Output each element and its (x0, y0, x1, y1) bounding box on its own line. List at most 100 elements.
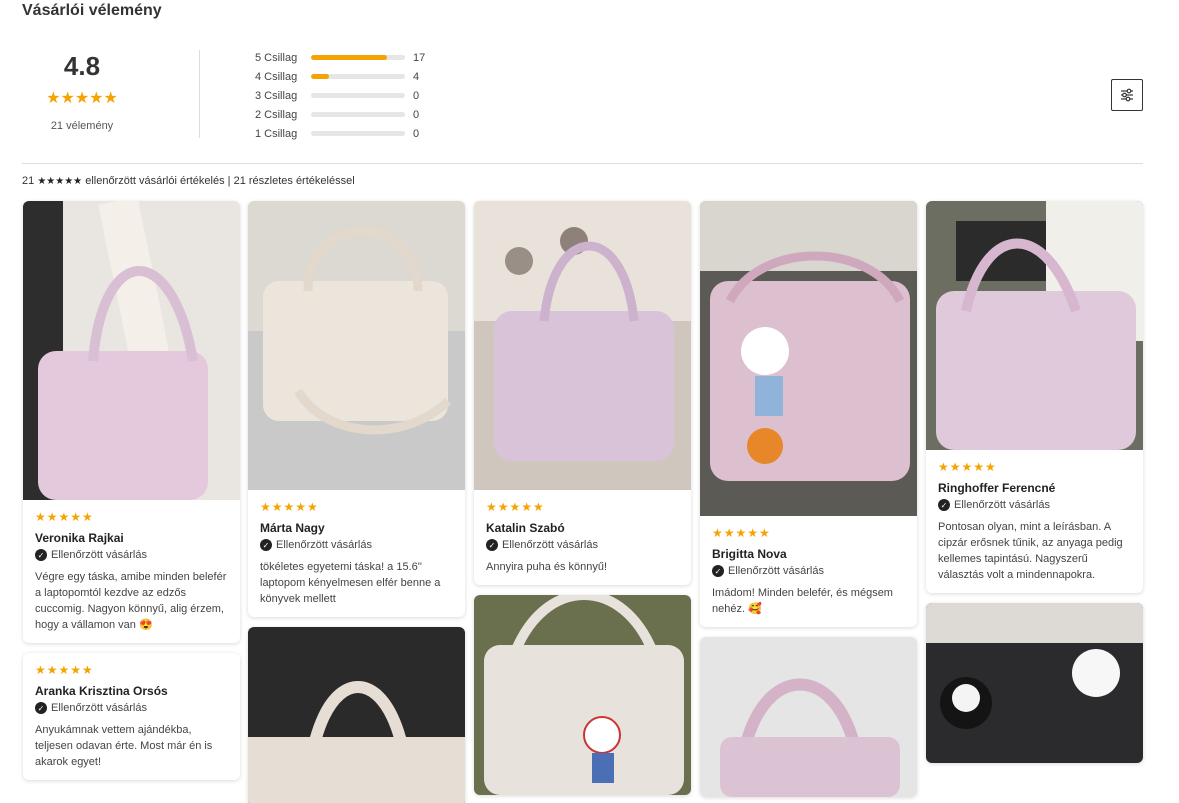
distribution-count: 17 (413, 51, 426, 64)
average-rating: 4.8 (63, 51, 101, 81)
review-photo[interactable] (23, 201, 240, 500)
distribution-row[interactable]: 3 Csillag 0 (255, 86, 455, 105)
section-divider (22, 163, 1143, 164)
check-icon: ✓ (486, 539, 498, 551)
distribution-bar-fill (311, 55, 388, 60)
review-text: Pontosan olyan, mint a leírásban. A cipz… (938, 521, 1123, 581)
rating-summary: 4.8 ★★★★★ 21 vélemény 5 Csillag 17 4 Csi… (22, 40, 1143, 150)
review-card[interactable] (248, 627, 465, 803)
verified-badge: ✓ Ellenőrzött vásárlás (938, 499, 1131, 511)
verified-label: Ellenőrzött vásárlás (502, 539, 598, 551)
filter-button[interactable] (1111, 79, 1143, 111)
distribution-bar (311, 93, 405, 98)
rating-distribution: 5 Csillag 17 4 Csillag 4 3 Csillag 0 2 C… (255, 48, 455, 143)
review-stars: ★★★★★ (35, 663, 94, 677)
distribution-row[interactable]: 1 Csillag 0 (255, 124, 455, 143)
reviewer-name: Katalin Szabó (486, 521, 565, 535)
summary-divider (199, 50, 200, 138)
sliders-icon (1121, 88, 1133, 102)
bag-image (926, 603, 1143, 763)
review-card[interactable] (926, 603, 1143, 763)
verified-badge: ✓ Ellenőrzött vásárlás (35, 702, 228, 714)
review-photo[interactable] (700, 637, 917, 797)
bag-image (248, 201, 465, 490)
bag-image (474, 595, 691, 795)
review-text: Anyukámnak vettem ajándékba, teljesen od… (35, 724, 213, 768)
review-card[interactable] (700, 637, 917, 797)
review-card[interactable]: ★★★★★ Aranka Krisztina Orsós ✓ Ellenőrzöt… (23, 653, 240, 780)
check-icon: ✓ (35, 549, 47, 561)
review-card[interactable]: ★★★★★ Katalin Szabó ✓ Ellenőrzött vásárlá… (474, 201, 691, 585)
check-icon: ✓ (260, 539, 272, 551)
review-card[interactable]: ★★★★★ Márta Nagy ✓ Ellenőrzött vásárlás t… (248, 201, 465, 617)
verified-label: Ellenőrzött vásárlás (51, 702, 147, 714)
verified-label: Ellenőrzött vásárlás (954, 499, 1050, 511)
distribution-label: 4 Csillag (255, 70, 298, 83)
check-icon: ✓ (712, 565, 724, 577)
verified-badge: ✓ Ellenőrzött vásárlás (35, 549, 228, 561)
review-stars: ★★★★★ (938, 460, 997, 474)
distribution-row[interactable]: 4 Csillag 4 (255, 67, 455, 86)
verified-stars: ★★★★★ (37, 176, 83, 187)
distribution-bar-fill (311, 74, 329, 79)
review-card[interactable]: ★★★★★ Brigitta Nova ✓ Ellenőrzött vásárlá… (700, 201, 917, 627)
reviewer-name: Brigitta Nova (712, 547, 787, 561)
review-column: ★★★★★ Veronika Rajkai ✓ Ellenőrzött vásár… (23, 201, 240, 790)
review-card[interactable]: ★★★★★ Ringhoffer Ferencné ✓ Ellenőrzött v… (926, 201, 1143, 593)
review-stars: ★★★★★ (35, 510, 94, 524)
review-card[interactable]: ★★★★★ Veronika Rajkai ✓ Ellenőrzött vásár… (23, 201, 240, 643)
distribution-count: 0 (413, 127, 420, 140)
review-count: 21 vélemény (50, 120, 114, 132)
distribution-count: 4 (413, 70, 420, 83)
verified-summary: 21 ★★★★★ ellenőrzött vásárlói értékelés … (22, 175, 355, 187)
verified-count: 21 (22, 175, 35, 187)
distribution-label: 1 Csillag (255, 127, 298, 140)
review-stars: ★★★★★ (260, 500, 319, 514)
review-stars: ★★★★★ (486, 500, 545, 514)
distribution-label: 5 Csillag (255, 51, 298, 64)
bag-image (926, 201, 1143, 450)
review-photo[interactable] (474, 595, 691, 795)
average-stars: ★★★★★ (46, 90, 118, 107)
distribution-label: 3 Csillag (255, 89, 298, 102)
review-photo[interactable] (474, 201, 691, 490)
review-text: Annyira puha és könnyű! (486, 561, 608, 573)
distribution-bar (311, 74, 405, 79)
verified-badge: ✓ Ellenőrzött vásárlás (486, 539, 679, 551)
page-title: Vásárlói vélemény (22, 2, 162, 19)
review-column: ★★★★★ Katalin Szabó ✓ Ellenőrzött vásárlá… (474, 201, 691, 803)
review-photo[interactable] (926, 603, 1143, 763)
review-stars: ★★★★★ (712, 526, 771, 540)
bag-image (23, 201, 240, 500)
average-rating-box: 4.8 ★★★★★ 21 vélemény (22, 50, 142, 132)
review-photo[interactable] (248, 201, 465, 490)
distribution-count: 0 (413, 89, 420, 102)
bag-image (700, 201, 917, 516)
distribution-bar (311, 55, 405, 60)
review-photo[interactable] (700, 201, 917, 516)
review-photo[interactable] (248, 627, 465, 803)
review-column: ★★★★★ Brigitta Nova ✓ Ellenőrzött vásárlá… (700, 201, 917, 803)
verified-label: Ellenőrzött vásárlás (51, 549, 147, 561)
reviewer-name: Márta Nagy (260, 521, 325, 535)
bag-image (474, 201, 691, 490)
review-text: Imádom! Minden belefér, és mégsem nehéz.… (712, 587, 893, 615)
distribution-bar (311, 131, 405, 136)
review-photo[interactable] (926, 201, 1143, 450)
check-icon: ✓ (35, 702, 47, 714)
review-column: ★★★★★ Ringhoffer Ferencné ✓ Ellenőrzött v… (926, 201, 1143, 773)
verified-text: ellenőrzött vásárlói értékelés | 21 rész… (85, 175, 355, 187)
review-column: ★★★★★ Márta Nagy ✓ Ellenőrzött vásárlás t… (248, 201, 465, 803)
verified-badge: ✓ Ellenőrzött vásárlás (712, 565, 905, 577)
review-card[interactable] (474, 595, 691, 795)
reviewer-name: Aranka Krisztina Orsós (35, 684, 168, 698)
distribution-row[interactable]: 2 Csillag 0 (255, 105, 455, 124)
distribution-row[interactable]: 5 Csillag 17 (255, 48, 455, 67)
check-icon: ✓ (938, 499, 950, 511)
distribution-count: 0 (413, 108, 420, 121)
review-text: Végre egy táska, amibe minden belefér a … (35, 571, 227, 631)
review-text: tökéletes egyetemi táska! a 15.6'' lapto… (260, 561, 441, 605)
bag-image (248, 627, 465, 803)
verified-label: Ellenőrzött vásárlás (276, 539, 372, 551)
distribution-bar (311, 112, 405, 117)
